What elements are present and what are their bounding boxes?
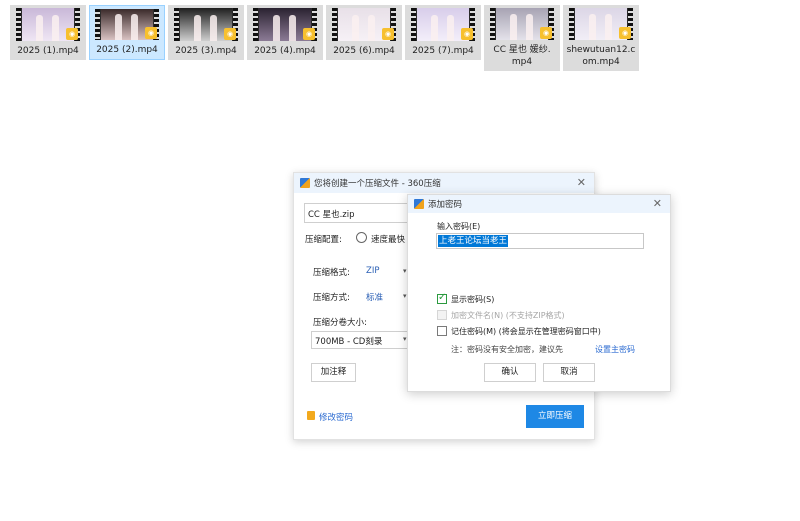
thumbnail-figure — [36, 15, 43, 41]
video-thumbnail: ◉ — [569, 8, 633, 40]
player-badge-icon: ◉ — [461, 28, 473, 40]
video-thumbnail: ◉ — [174, 8, 238, 41]
thumbnail-figure — [210, 15, 217, 41]
speed-fastest-label: 速度最快 — [371, 235, 406, 245]
method-label: 压缩方式: — [313, 293, 350, 303]
file-tile[interactable]: ◉ 2025 (6).mp4 — [326, 5, 402, 60]
close-icon[interactable]: ✕ — [653, 197, 662, 210]
config-label: 压缩配置: — [305, 235, 342, 245]
remember-password-label: 记住密码(M) (将会显示在管理密码窗口中) — [451, 327, 601, 336]
video-thumbnail: ◉ — [95, 9, 159, 40]
password-value: 上老王论坛当老王 — [438, 235, 509, 247]
show-password-checkbox[interactable] — [437, 292, 447, 304]
thumbnail-figure — [589, 14, 596, 40]
file-name: 2025 (1).mp4 — [17, 46, 79, 56]
encrypt-filenames-checkbox[interactable] — [437, 310, 447, 320]
file-name: 2025 (6).mp4 — [333, 46, 395, 56]
file-tile[interactable]: ◉ 2025 (2).mp4 — [89, 5, 165, 60]
file-name: shewutuan12.c om.mp4 — [566, 45, 636, 67]
chevron-down-icon[interactable]: ▾ — [403, 267, 407, 275]
encrypt-filenames-label: 加密文件名(N) (不支持ZIP格式) — [451, 311, 565, 320]
file-tile[interactable]: ◉ 2025 (4).mp4 — [247, 5, 323, 60]
player-badge-icon: ◉ — [224, 28, 236, 40]
film-strip-icon — [174, 8, 179, 41]
set-master-password-link[interactable]: 设置主密码 — [595, 344, 635, 355]
file-list: ◉ 2025 (1).mp4 ◉ 2025 (2).mp4 ◉ 2025 (3).mp4 ◉… — [10, 5, 650, 75]
archive-name-input[interactable]: CC 星也.zip — [304, 203, 414, 223]
lock-icon — [307, 411, 315, 420]
player-badge-icon: ◉ — [145, 27, 157, 39]
password-input[interactable]: 上老王论坛当老王 — [436, 233, 644, 249]
film-strip-icon — [490, 8, 495, 40]
file-name: 2025 (4).mp4 — [254, 46, 316, 56]
thumbnail-figure — [131, 14, 138, 40]
video-thumbnail: ◉ — [332, 8, 396, 41]
remember-password-checkbox[interactable] — [437, 326, 447, 336]
add-comment-button[interactable]: 加注释 — [311, 363, 356, 382]
player-badge-icon: ◉ — [303, 28, 315, 40]
file-tile[interactable]: ◉ CC 星也 媛纱. mp4 — [484, 5, 560, 71]
player-badge-icon: ◉ — [619, 27, 631, 39]
thumbnail-figure — [368, 15, 375, 41]
file-name: 2025 (7).mp4 — [412, 46, 474, 56]
add-password-dialog: 添加密码 ✕ 输入密码(E) 上老王论坛当老王 显示密码(S) 加密文件名(N)… — [407, 194, 671, 392]
film-strip-icon — [569, 8, 574, 40]
player-badge-icon: ◉ — [382, 28, 394, 40]
split-size-value: 700MB - CD刻录 — [315, 337, 383, 347]
file-tile[interactable]: ◉ shewutuan12.c om.mp4 — [563, 5, 639, 71]
file-name: CC 星也 媛纱. mp4 — [493, 45, 551, 67]
compress-dialog-titlebar[interactable]: 您将创建一个压缩文件 - 360压缩 ✕ — [294, 173, 594, 193]
thumbnail-figure — [431, 15, 438, 41]
thumbnail-figure — [352, 15, 359, 41]
thumbnail-figure — [273, 15, 280, 41]
file-tile[interactable]: ◉ 2025 (3).mp4 — [168, 5, 244, 60]
video-thumbnail: ◉ — [253, 8, 317, 41]
app-logo-icon — [300, 178, 310, 188]
player-badge-icon: ◉ — [540, 27, 552, 39]
video-thumbnail: ◉ — [411, 8, 475, 41]
thumbnail-figure — [194, 15, 201, 41]
close-icon[interactable]: ✕ — [577, 176, 586, 189]
compress-now-button[interactable]: 立即压缩 — [526, 405, 584, 428]
player-badge-icon: ◉ — [66, 28, 78, 40]
split-size-select[interactable]: 700MB - CD刻录 — [311, 331, 411, 349]
file-name: 2025 (3).mp4 — [175, 46, 237, 56]
format-select[interactable]: ZIP — [366, 266, 379, 276]
compress-dialog-title: 您将创建一个压缩文件 - 360压缩 — [314, 179, 441, 189]
chevron-down-icon[interactable]: ▾ — [403, 335, 407, 343]
video-thumbnail: ◉ — [16, 8, 80, 41]
password-dialog-titlebar[interactable]: 添加密码 ✕ — [408, 195, 670, 213]
security-note: 注：密码没有安全加密，建议先 — [451, 345, 563, 354]
archive-name-value: CC 星也.zip — [308, 210, 355, 220]
format-label: 压缩格式: — [313, 268, 350, 278]
password-input-label: 输入密码(E) — [437, 222, 481, 231]
cancel-button[interactable]: 取消 — [543, 363, 595, 382]
file-tile[interactable]: ◉ 2025 (7).mp4 — [405, 5, 481, 60]
show-password-label: 显示密码(S) — [451, 295, 495, 304]
file-tile[interactable]: ◉ 2025 (1).mp4 — [10, 5, 86, 60]
film-strip-icon — [16, 8, 21, 41]
thumbnail-figure — [115, 14, 122, 40]
chevron-down-icon[interactable]: ▾ — [403, 292, 407, 300]
thumbnail-figure — [52, 15, 59, 41]
film-strip-icon — [95, 9, 100, 40]
thumbnail-figure — [447, 15, 454, 41]
change-password-link[interactable]: 修改密码 — [319, 411, 353, 423]
app-logo-icon — [414, 199, 424, 209]
thumbnail-figure — [526, 14, 533, 40]
thumbnail-figure — [605, 14, 612, 40]
method-select[interactable]: 标准 — [366, 291, 383, 303]
film-strip-icon — [253, 8, 258, 41]
film-strip-icon — [332, 8, 337, 41]
speed-fastest-radio[interactable] — [356, 232, 367, 243]
film-strip-icon — [411, 8, 416, 41]
confirm-button[interactable]: 确认 — [484, 363, 536, 382]
file-name: 2025 (2).mp4 — [96, 45, 158, 55]
thumbnail-figure — [510, 14, 517, 40]
video-thumbnail: ◉ — [490, 8, 554, 40]
thumbnail-figure — [289, 15, 296, 41]
password-dialog-title: 添加密码 — [428, 200, 463, 210]
split-size-label: 压缩分卷大小: — [313, 318, 367, 328]
